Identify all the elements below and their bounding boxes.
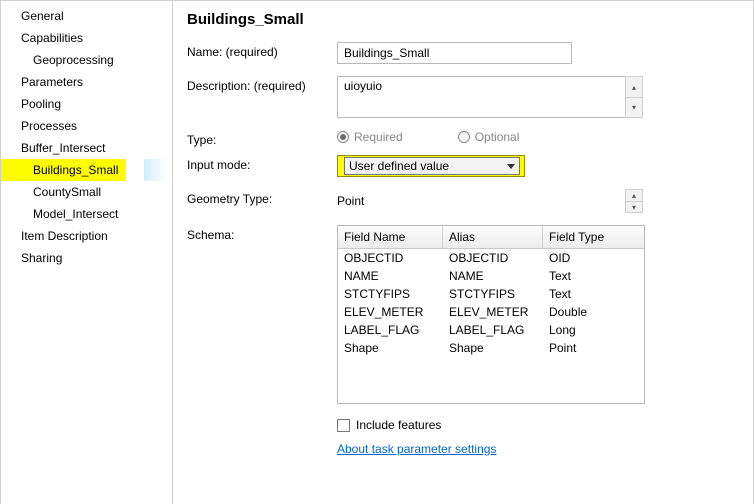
nav-item-general[interactable]: General <box>1 5 172 27</box>
name-label: Name: (required) <box>187 42 337 59</box>
nav-item-item-description[interactable]: Item Description <box>1 225 172 247</box>
nav-selection-highlight <box>144 159 172 181</box>
nav-item-sharing[interactable]: Sharing <box>1 247 172 269</box>
include-features-label: Include features <box>356 418 441 432</box>
table-row[interactable]: OBJECTIDOBJECTIDOID <box>338 249 644 267</box>
table-row[interactable]: NAMENAMEText <box>338 267 644 285</box>
nav-item-model-intersect[interactable]: Model_Intersect <box>1 203 172 225</box>
include-features-checkbox[interactable] <box>337 419 350 432</box>
about-link[interactable]: About task parameter settings <box>337 442 496 456</box>
nav-item-processes[interactable]: Processes <box>1 115 172 137</box>
nav-item-buffer-intersect[interactable]: Buffer_Intersect <box>1 137 172 159</box>
nav-item-pooling[interactable]: Pooling <box>1 93 172 115</box>
description-scroll: ▴ ▾ <box>625 76 643 118</box>
input-mode-label: Input mode: <box>187 155 337 172</box>
table-empty-space <box>338 357 644 403</box>
type-required-radio[interactable]: Required <box>337 130 403 144</box>
table-row[interactable]: STCTYFIPSSTCTYFIPSText <box>338 285 644 303</box>
geometry-type-label: Geometry Type: <box>187 189 337 206</box>
schema-label: Schema: <box>187 225 337 242</box>
step-up-icon[interactable]: ▴ <box>626 190 642 201</box>
type-required-label: Required <box>354 130 403 144</box>
input-mode-select[interactable]: User defined value <box>337 155 525 177</box>
main-panel: Buildings_Small Name: (required) Descrip… <box>173 1 754 504</box>
schema-body: OBJECTIDOBJECTIDOID NAMENAMEText STCTYFI… <box>338 249 644 403</box>
radio-icon <box>458 131 470 143</box>
col-alias[interactable]: Alias <box>443 226 543 248</box>
nav-item-geoprocessing[interactable]: Geoprocessing <box>1 49 172 71</box>
scroll-down-icon[interactable]: ▾ <box>626 97 642 117</box>
geometry-type-value: Point <box>337 194 625 208</box>
type-optional-radio[interactable]: Optional <box>458 130 520 144</box>
input-mode-value: User defined value <box>349 159 449 173</box>
step-down-icon[interactable]: ▾ <box>626 201 642 212</box>
table-row[interactable]: ELEV_METERELEV_METERDouble <box>338 303 644 321</box>
col-field-type[interactable]: Field Type <box>543 226 643 248</box>
description-textarea[interactable] <box>337 76 625 118</box>
scroll-up-icon[interactable]: ▴ <box>626 77 642 97</box>
col-field-name[interactable]: Field Name <box>338 226 443 248</box>
schema-table: Field Name Alias Field Type OBJECTIDOBJE… <box>337 225 645 404</box>
description-label: Description: (required) <box>187 76 337 93</box>
type-optional-label: Optional <box>475 130 520 144</box>
schema-header-row: Field Name Alias Field Type <box>338 226 644 249</box>
type-label: Type: <box>187 130 337 147</box>
page-title: Buildings_Small <box>187 11 739 28</box>
chevron-down-icon <box>507 164 515 169</box>
table-row[interactable]: ShapeShapePoint <box>338 339 644 357</box>
geometry-stepper: ▴ ▾ <box>625 189 643 213</box>
name-input[interactable] <box>337 42 572 64</box>
nav-tree: General Capabilities Geoprocessing Param… <box>0 1 173 504</box>
table-row[interactable]: LABEL_FLAGLABEL_FLAGLong <box>338 321 644 339</box>
nav-item-parameters[interactable]: Parameters <box>1 71 172 93</box>
nav-item-capabilities[interactable]: Capabilities <box>1 27 172 49</box>
nav-item-county-small[interactable]: CountySmall <box>1 181 172 203</box>
nav-item-buildings-small[interactable]: Buildings_Small <box>1 159 126 181</box>
radio-icon <box>337 131 349 143</box>
